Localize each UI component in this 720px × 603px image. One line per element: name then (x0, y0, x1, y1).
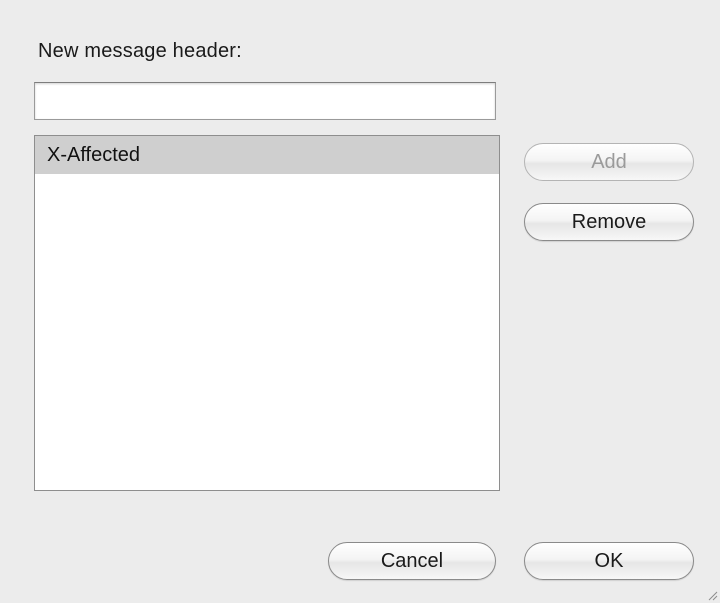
resize-grip-icon[interactable] (706, 589, 718, 601)
cancel-button[interactable]: Cancel (328, 542, 496, 580)
custom-headers-dialog: New message header: X-Affected Add Remov… (0, 0, 720, 603)
list-item[interactable]: X-Affected (35, 136, 499, 174)
message-header-list[interactable]: X-Affected (34, 135, 500, 491)
new-message-header-label: New message header: (38, 40, 242, 62)
ok-button[interactable]: OK (524, 542, 694, 580)
add-button[interactable]: Add (524, 143, 694, 181)
remove-button[interactable]: Remove (524, 203, 694, 241)
new-message-header-input[interactable] (34, 82, 496, 120)
